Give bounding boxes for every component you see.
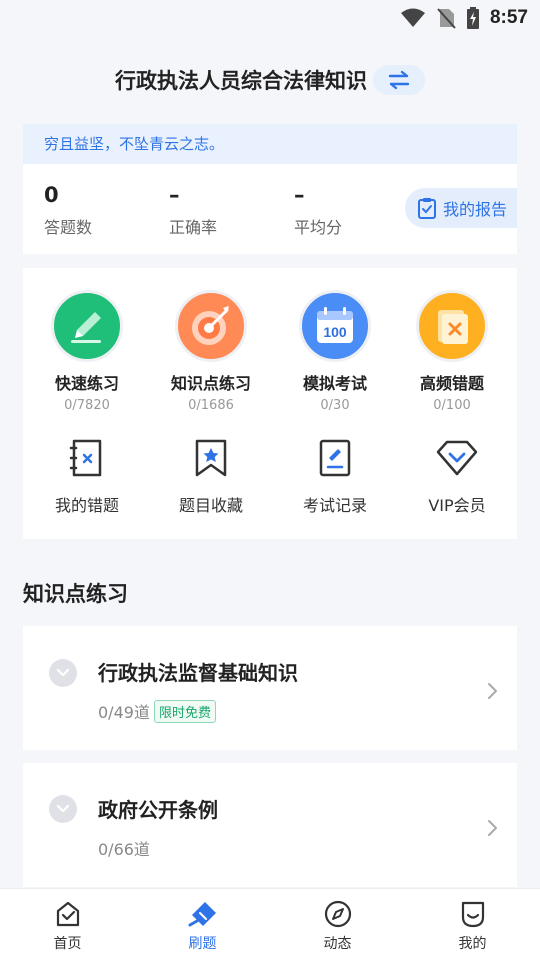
- feature-quick-practice-label: 快速练习: [54, 374, 119, 393]
- status-bar: 8:57: [0, 0, 540, 36]
- my-report-button[interactable]: 我的报告: [405, 188, 517, 228]
- stat-answered-label: 答题数: [44, 218, 93, 237]
- nav-feed[interactable]: 动态: [270, 889, 405, 960]
- feature-knowledge-practice[interactable]: 知识点练习 0/1686: [149, 290, 273, 413]
- battery-charging-icon: [466, 7, 479, 29]
- profile-icon: [461, 901, 484, 928]
- stat-accuracy-label: 正确率: [169, 218, 218, 237]
- pencil-icon: [71, 312, 101, 343]
- calendar-100-icon: 100: [317, 307, 353, 343]
- motto-banner: 穷且益坚，不坠青云之志。: [23, 124, 517, 164]
- topic-progress: 0/49道 限时免费: [98, 699, 216, 723]
- feature-frequent-errors-label: 高频错题: [419, 374, 484, 393]
- stat-average-value: –: [294, 183, 305, 207]
- topic-progress: 0/66道: [98, 836, 150, 860]
- features-card: 快速练习 0/7820 知识点练习 0/1686 100 模拟考试 0/30 高…: [23, 268, 517, 539]
- stats-row: 0 答题数 – 正确率 – 平均分 我的报告: [23, 164, 517, 254]
- svg-text:100: 100: [323, 324, 347, 340]
- swap-arrows-icon: [388, 70, 410, 90]
- tool-my-errors[interactable]: 我的错题: [25, 436, 149, 516]
- nav-home-label: 首页: [53, 936, 82, 952]
- nav-practice[interactable]: 刷题: [135, 889, 270, 960]
- feature-quick-practice-count: 0/7820: [64, 398, 110, 413]
- topic-count: 0/49道: [98, 703, 150, 722]
- feature-knowledge-circle: [175, 290, 247, 362]
- feature-mock-exam-count: 0/30: [320, 398, 350, 413]
- expand-toggle[interactable]: [49, 659, 77, 687]
- nav-practice-label: 刷题: [188, 936, 217, 952]
- tool-favorites-label: 题目收藏: [178, 496, 243, 515]
- compass-icon: [324, 900, 351, 928]
- bottom-nav: 首页 刷题 动态 我的: [0, 888, 540, 960]
- header: 行政执法人员综合法律知识: [0, 62, 540, 98]
- feature-mock-exam-label: 模拟考试: [302, 374, 367, 393]
- feature-frequent-errors[interactable]: 高频错题 0/100: [390, 290, 514, 413]
- diamond-icon: [436, 440, 478, 476]
- wifi-icon: [400, 8, 425, 27]
- status-time: 8:57: [489, 7, 528, 28]
- stat-average: – 平均分: [294, 182, 342, 238]
- tool-my-errors-label: 我的错题: [54, 496, 119, 515]
- chevron-right-icon: [488, 820, 497, 836]
- expand-toggle[interactable]: [49, 795, 77, 823]
- feature-quick-practice[interactable]: 快速练习 0/7820: [25, 290, 149, 413]
- feature-quick-practice-circle: [51, 290, 123, 362]
- feature-frequent-errors-circle: [416, 290, 488, 362]
- nav-feed-label: 动态: [323, 936, 352, 952]
- feature-knowledge-label: 知识点练习: [170, 374, 251, 393]
- nav-profile-label: 我的: [458, 936, 487, 952]
- page-title: 行政执法人员综合法律知识: [115, 69, 367, 93]
- stat-accuracy: – 正确率: [169, 182, 217, 238]
- chevron-down-icon: [56, 804, 70, 813]
- nav-home[interactable]: 首页: [0, 889, 135, 960]
- tool-exam-records-label: 考试记录: [302, 496, 367, 515]
- topic-card[interactable]: 政府公开条例 0/66道: [23, 763, 517, 887]
- free-badge: 限时免费: [153, 699, 216, 723]
- section-title: 知识点练习: [23, 582, 128, 606]
- switch-subject-button[interactable]: [373, 65, 425, 95]
- feature-knowledge-count: 0/1686: [188, 398, 234, 413]
- feature-mock-exam[interactable]: 100 模拟考试 0/30: [273, 290, 397, 413]
- topic-title: 行政执法监督基础知识: [98, 661, 298, 685]
- tool-favorites[interactable]: 题目收藏: [149, 436, 273, 516]
- stats-card: 穷且益坚，不坠青云之志。 0 答题数 – 正确率 – 平均分 我的报告: [23, 124, 517, 254]
- tool-exam-records[interactable]: 考试记录: [273, 436, 397, 516]
- my-report-label: 我的报告: [443, 200, 508, 219]
- tool-vip-label: VIP会员: [428, 496, 486, 515]
- no-sim-icon: [437, 8, 456, 29]
- topic-count: 0/66道: [98, 840, 150, 859]
- stat-accuracy-value: –: [169, 183, 180, 207]
- exam-record-icon: [319, 439, 351, 477]
- stat-answered-value: 0: [44, 183, 59, 207]
- wrong-book-icon: [69, 439, 102, 477]
- tool-vip[interactable]: VIP会员: [395, 436, 519, 516]
- stat-average-label: 平均分: [294, 218, 343, 237]
- home-icon: [56, 901, 79, 927]
- chevron-right-icon: [488, 683, 497, 699]
- brush-icon: [188, 902, 216, 927]
- nav-profile[interactable]: 我的: [405, 889, 540, 960]
- stat-answered: 0 答题数: [44, 182, 92, 238]
- topic-card[interactable]: 行政执法监督基础知识 0/49道 限时免费: [23, 626, 517, 750]
- clipboard-check-icon: [418, 198, 436, 219]
- target-icon: [192, 306, 229, 345]
- bookmark-star-icon: [195, 439, 227, 477]
- wrong-note-icon: [438, 310, 468, 344]
- chevron-down-icon: [56, 668, 70, 677]
- feature-frequent-errors-count: 0/100: [433, 398, 471, 413]
- feature-mock-exam-circle: 100: [299, 290, 371, 362]
- topic-title: 政府公开条例: [98, 798, 218, 822]
